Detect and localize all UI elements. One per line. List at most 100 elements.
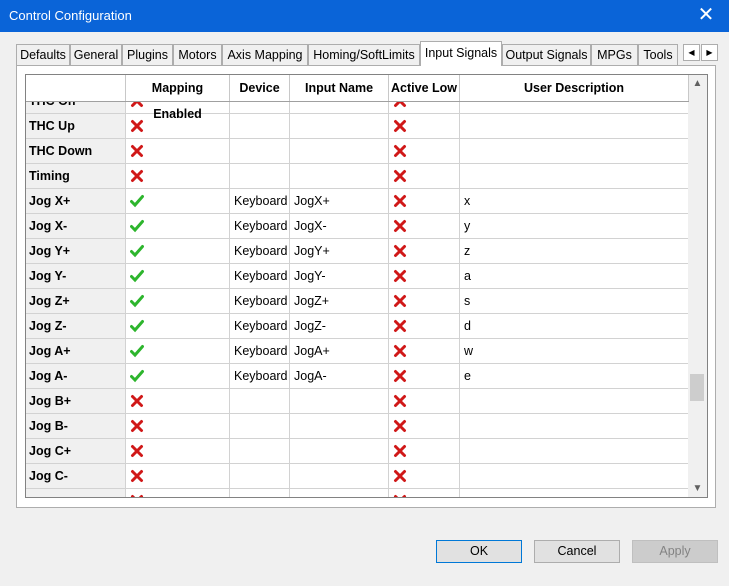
mapping-enabled-cell[interactable] — [126, 489, 230, 497]
active-low-cell[interactable] — [389, 464, 460, 488]
table-row[interactable]: Jog B+ — [26, 389, 689, 414]
desc-cell[interactable]: d — [460, 314, 689, 338]
table-row[interactable]: THC Down — [26, 139, 689, 164]
tab-plugins[interactable]: Plugins — [122, 44, 173, 65]
table-row[interactable]: Jog A- Keyboard JogA-e — [26, 364, 689, 389]
desc-cell[interactable]: s — [460, 289, 689, 313]
desc-cell[interactable]: z — [460, 239, 689, 263]
input-cell[interactable]: JogZ+ — [290, 289, 389, 313]
column-header[interactable]: Device — [230, 75, 290, 101]
desc-cell[interactable]: a — [460, 264, 689, 288]
device-cell[interactable] — [230, 102, 290, 113]
mapping-enabled-cell[interactable] — [126, 139, 230, 163]
active-low-cell[interactable] — [389, 239, 460, 263]
mapping-enabled-cell[interactable] — [126, 314, 230, 338]
tab-defaults[interactable]: Defaults — [16, 44, 70, 65]
scroll-thumb[interactable] — [690, 373, 704, 401]
table-row[interactable]: Jog A+ Keyboard JogA+ w — [26, 339, 689, 364]
input-cell[interactable] — [290, 164, 389, 188]
table-row[interactable]: Jog C- — [26, 464, 689, 489]
input-cell[interactable]: JogY- — [290, 264, 389, 288]
input-cell[interactable]: JogZ- — [290, 314, 389, 338]
table-row[interactable]: Jog X- Keyboard JogX-y — [26, 214, 689, 239]
mapping-enabled-cell[interactable] — [126, 339, 230, 363]
tab-motors[interactable]: Motors — [173, 44, 222, 65]
mapping-enabled-cell[interactable] — [126, 189, 230, 213]
active-low-cell[interactable] — [389, 102, 460, 113]
desc-cell[interactable] — [460, 414, 689, 438]
active-low-cell[interactable] — [389, 389, 460, 413]
input-cell[interactable]: JogY+ — [290, 239, 389, 263]
tab-general[interactable]: General — [70, 44, 122, 65]
table-row[interactable]: THC Up — [26, 114, 689, 139]
desc-cell[interactable] — [460, 114, 689, 138]
close-button[interactable]: ✕ — [683, 0, 729, 32]
vertical-scrollbar[interactable]: ▲ ▼ — [688, 75, 707, 497]
table-row[interactable]: Jog B- — [26, 414, 689, 439]
table-row[interactable]: Jog C+ — [26, 439, 689, 464]
device-cell[interactable]: Keyboard — [230, 289, 290, 313]
mapping-enabled-cell[interactable] — [126, 214, 230, 238]
desc-cell[interactable]: w — [460, 339, 689, 363]
device-cell[interactable]: Keyboard — [230, 314, 290, 338]
column-header[interactable] — [26, 75, 126, 101]
tab-input-signals[interactable]: Input Signals — [420, 41, 502, 66]
cancel-button[interactable]: Cancel — [534, 540, 620, 563]
column-header[interactable]: Mapping Enabled — [126, 75, 230, 121]
mapping-enabled-cell[interactable] — [126, 264, 230, 288]
column-header[interactable]: Input Name — [290, 75, 389, 101]
device-cell[interactable] — [230, 464, 290, 488]
input-cell[interactable] — [290, 114, 389, 138]
active-low-cell[interactable] — [389, 164, 460, 188]
input-cell[interactable] — [290, 102, 389, 113]
desc-cell[interactable] — [460, 102, 689, 113]
active-low-cell[interactable] — [389, 489, 460, 497]
tab-axis-mapping[interactable]: Axis Mapping — [222, 44, 308, 65]
device-cell[interactable] — [230, 439, 290, 463]
active-low-cell[interactable] — [389, 414, 460, 438]
table-row[interactable]: Timing — [26, 164, 689, 189]
mapping-enabled-cell[interactable] — [126, 164, 230, 188]
active-low-cell[interactable] — [389, 139, 460, 163]
active-low-cell[interactable] — [389, 364, 460, 388]
mapping-enabled-cell[interactable] — [126, 364, 230, 388]
device-cell[interactable] — [230, 164, 290, 188]
input-cell[interactable] — [290, 139, 389, 163]
device-cell[interactable] — [230, 489, 290, 497]
scroll-down-icon[interactable]: ▼ — [688, 480, 707, 497]
input-cell[interactable]: JogX+ — [290, 189, 389, 213]
active-low-cell[interactable] — [389, 264, 460, 288]
desc-cell[interactable] — [460, 139, 689, 163]
tab-tools[interactable]: Tools — [638, 44, 678, 65]
input-cell[interactable] — [290, 389, 389, 413]
tab-scroll-left-icon[interactable]: ◀ — [683, 44, 700, 61]
tab-scroll-right-icon[interactable]: ▶ — [701, 44, 718, 61]
table-row[interactable]: Jog Z+ Keyboard JogZ+ s — [26, 289, 689, 314]
mapping-enabled-cell[interactable] — [126, 414, 230, 438]
desc-cell[interactable]: e — [460, 364, 689, 388]
active-low-cell[interactable] — [389, 439, 460, 463]
input-cell[interactable]: JogA- — [290, 364, 389, 388]
table-row[interactable] — [26, 489, 689, 497]
active-low-cell[interactable] — [389, 214, 460, 238]
input-cell[interactable] — [290, 464, 389, 488]
desc-cell[interactable] — [460, 439, 689, 463]
mapping-enabled-cell[interactable] — [126, 239, 230, 263]
device-cell[interactable]: Keyboard — [230, 214, 290, 238]
table-row[interactable]: Jog Y+ Keyboard JogY+ z — [26, 239, 689, 264]
device-cell[interactable]: Keyboard — [230, 364, 290, 388]
input-cell[interactable] — [290, 439, 389, 463]
table-row[interactable]: Jog X+ Keyboard JogX+ x — [26, 189, 689, 214]
desc-cell[interactable]: x — [460, 189, 689, 213]
desc-cell[interactable]: y — [460, 214, 689, 238]
table-row[interactable]: THC On — [26, 102, 689, 114]
tab-homing-softlimits[interactable]: Homing/SoftLimits — [308, 44, 420, 65]
active-low-cell[interactable] — [389, 289, 460, 313]
apply-button[interactable]: Apply — [632, 540, 718, 563]
device-cell[interactable]: Keyboard — [230, 189, 290, 213]
device-cell[interactable] — [230, 389, 290, 413]
input-cell[interactable]: JogX- — [290, 214, 389, 238]
tab-mpgs[interactable]: MPGs — [591, 44, 638, 65]
table-row[interactable]: Jog Z- Keyboard JogZ-d — [26, 314, 689, 339]
mapping-enabled-cell[interactable] — [126, 389, 230, 413]
